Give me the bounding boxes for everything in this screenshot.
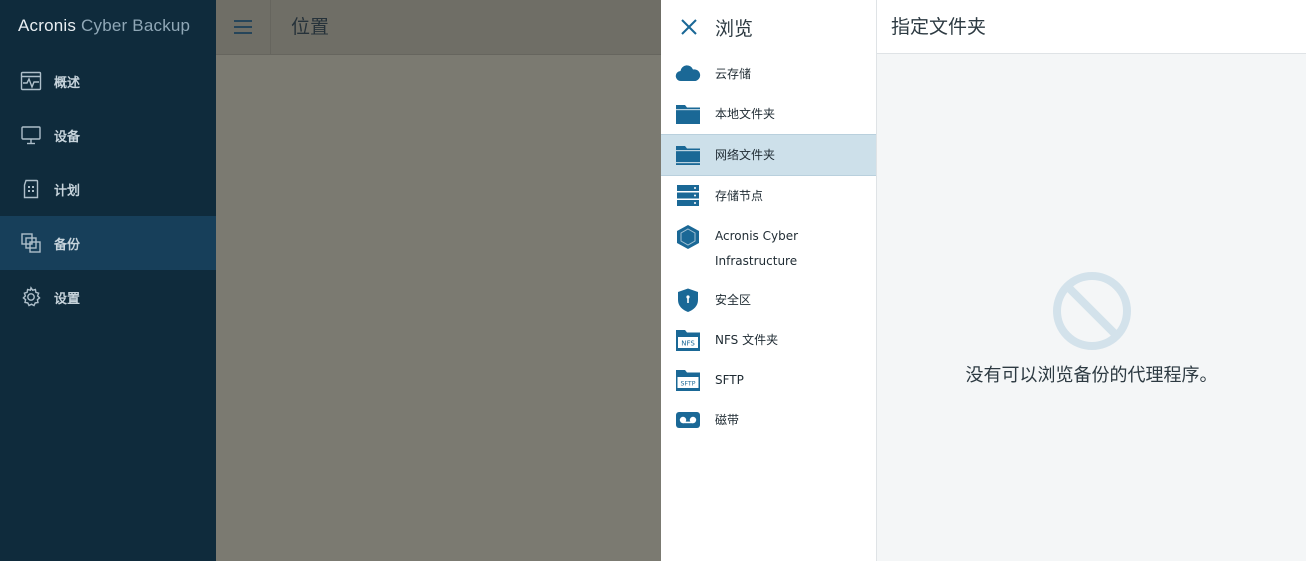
overview-icon — [20, 71, 42, 91]
sidebar-item-settings[interactable]: 设置 — [0, 270, 216, 324]
empty-state-message: 没有可以浏览备份的代理程序。 — [965, 365, 1218, 386]
folder-panel: 指定文件夹 没有可以浏览备份的代理程序。 — [877, 0, 1306, 561]
location-nfs-folder[interactable]: NFS NFS 文件夹 — [661, 320, 876, 360]
network-folder-icon — [676, 146, 700, 165]
location-label-line1: Acronis Cyber — [715, 229, 799, 243]
sidebar-item-backups[interactable]: 备份 — [0, 216, 216, 270]
backup-icon — [21, 233, 41, 253]
location-storage-node[interactable]: 存储节点 — [661, 176, 876, 216]
location-label: 云存储 — [715, 66, 752, 81]
gear-icon — [22, 286, 41, 307]
sftp-badge: SFTP — [681, 381, 696, 388]
menu-button[interactable] — [216, 0, 271, 54]
location-sftp[interactable]: SFTP SFTP — [661, 360, 876, 400]
location-acronis-cyber-infrastructure[interactable]: Acronis Cyber Infrastructure — [661, 216, 876, 280]
location-network-folder[interactable]: 网络文件夹 — [661, 134, 876, 176]
sidebar-item-plans[interactable]: 计划 — [0, 162, 216, 216]
location-local-folder[interactable]: 本地文件夹 — [661, 94, 876, 134]
dimmed-content-overlay[interactable] — [216, 55, 661, 561]
location-label: 磁带 — [715, 412, 740, 427]
location-label: 本地文件夹 — [715, 106, 776, 121]
brand-logo: Acronis Cyber Backup — [0, 0, 216, 54]
sidebar-item-label: 设置 — [54, 291, 81, 307]
location-label: NFS 文件夹 — [715, 332, 779, 347]
cube-icon — [677, 225, 699, 249]
plan-icon — [23, 179, 39, 199]
cloud-icon — [675, 65, 701, 82]
close-icon[interactable] — [679, 17, 699, 37]
monitor-icon — [21, 126, 41, 145]
storage-node-icon — [677, 185, 699, 206]
location-label: Acronis Cyber Infrastructure — [715, 224, 798, 274]
location-label: 安全区 — [715, 292, 752, 307]
sidebar-item-overview[interactable]: 概述 — [0, 54, 216, 108]
location-cloud-storage[interactable]: 云存储 — [661, 54, 876, 94]
tape-icon — [676, 412, 700, 428]
location-tape[interactable]: 磁带 — [661, 400, 876, 440]
browse-header: 浏览 — [661, 0, 876, 54]
sftp-folder-icon: SFTP — [676, 370, 700, 391]
sidebar-item-label: 计划 — [54, 183, 81, 199]
location-label-line2: Infrastructure — [715, 254, 798, 268]
sidebar-item-devices[interactable]: 设备 — [0, 108, 216, 162]
page-title: 位置 — [291, 16, 330, 38]
sidebar: Acronis Cyber Backup 概述 设备 计划 备份 设置 — [0, 0, 216, 561]
brand-secondary: Cyber Backup — [81, 16, 191, 35]
no-entry-icon — [1053, 272, 1131, 350]
location-label: 存储节点 — [715, 188, 764, 203]
nfs-badge: NFS — [681, 340, 695, 348]
shield-icon — [678, 288, 698, 312]
location-label: 网络文件夹 — [715, 147, 776, 162]
sidebar-item-label: 概述 — [54, 75, 81, 91]
browse-title: 浏览 — [715, 17, 754, 40]
nfs-folder-icon: NFS — [676, 330, 700, 351]
location-label: SFTP — [715, 372, 744, 387]
top-bar: 位置 — [216, 0, 661, 55]
location-secure-zone[interactable]: 安全区 — [661, 280, 876, 320]
folder-icon — [676, 105, 700, 124]
sidebar-item-label: 设备 — [54, 129, 81, 145]
brand-primary: Acronis — [18, 16, 77, 35]
folder-panel-title: 指定文件夹 — [877, 0, 1306, 54]
hamburger-icon — [234, 20, 252, 34]
browse-panel: 浏览 云存储 本地文件夹 网络文件夹 存储节点 Acronis Cyber In… — [661, 0, 877, 561]
sidebar-item-label: 备份 — [54, 237, 81, 253]
